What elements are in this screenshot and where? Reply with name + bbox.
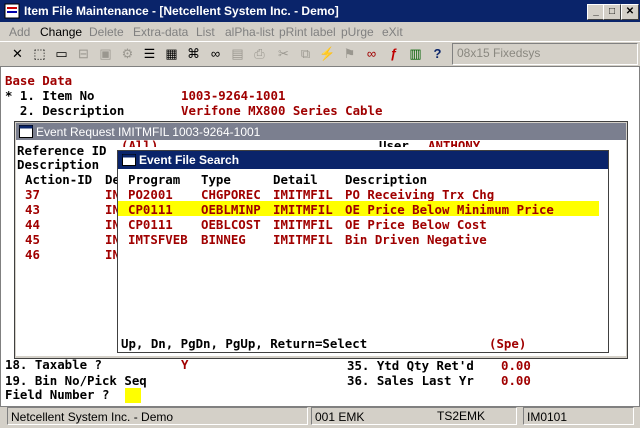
binoculars-icon[interactable]: ∞ xyxy=(206,44,225,63)
ytd-qty-retd-label: 35. Ytd Qty Ret'd xyxy=(347,358,474,373)
app-icon xyxy=(4,3,20,19)
search-result-row[interactable]: IMTSFVEB BINNEG IMITMFIL Bin Driven Nega… xyxy=(118,231,606,247)
settings-icon[interactable]: ⚙ xyxy=(118,44,137,63)
select-icon[interactable]: ⬚ xyxy=(30,44,49,63)
print-icon[interactable]: ⎙ xyxy=(250,44,269,63)
col-program: Program xyxy=(128,172,181,187)
help-icon[interactable]: ? xyxy=(428,44,447,63)
sales-last-yr-value: 0.00 xyxy=(501,373,531,388)
event-file-search-window: Event File Search Program Type Detail De… xyxy=(117,150,609,353)
description-value: Verifone MX800 Series Cable xyxy=(181,103,383,118)
item-no-value: 1003-9264-1001 xyxy=(181,88,286,103)
search-result-row[interactable]: CP0111 OEBLCOST IMITMFIL OE Price Below … xyxy=(118,216,606,232)
search-result-row[interactable]: PO2001 CHGPOREC IMITMFIL PO Receiving Tr… xyxy=(118,186,606,202)
col-action-id: Action-ID xyxy=(25,172,93,187)
status-program: IM0101 xyxy=(523,407,634,425)
menu-delete[interactable]: Delete xyxy=(89,25,124,39)
maximize-button[interactable]: □ xyxy=(603,4,621,20)
action-id-row[interactable]: 43 xyxy=(25,202,40,217)
menu-add[interactable]: Add xyxy=(9,25,30,39)
search-result-row-selected[interactable]: CP0111 OEBLMINP IMITMFIL OE Price Below … xyxy=(118,201,599,217)
action-id-row[interactable]: 44 xyxy=(25,217,40,232)
function-icon[interactable]: ƒ xyxy=(384,44,403,63)
grid-icon[interactable]: ▤ xyxy=(228,44,247,63)
reference-id-value: (All) xyxy=(121,138,159,147)
taxable-label: 18. Taxable ? xyxy=(5,357,102,372)
delete-icon[interactable]: ⊟ xyxy=(74,44,93,63)
field-number-prompt: Field Number ? xyxy=(5,387,110,402)
menu-alpha-list[interactable]: alPha-list xyxy=(225,25,274,39)
user-label: User xyxy=(379,138,409,147)
event-file-search-title-bar[interactable]: Event File Search xyxy=(118,151,608,169)
window-icon xyxy=(19,125,33,138)
menu-list[interactable]: List xyxy=(196,25,215,39)
notes-icon[interactable]: ▥ xyxy=(406,44,425,63)
menu-exit[interactable]: eXit xyxy=(382,25,403,39)
menu-extra-data[interactable]: Extra-data xyxy=(133,25,188,39)
taxable-value: Y xyxy=(181,357,189,372)
description-label: 2. Description xyxy=(5,103,125,118)
link-icon[interactable]: ∞ xyxy=(362,44,381,63)
col-description: Description xyxy=(345,172,428,187)
action-id-row[interactable]: 46 xyxy=(25,247,40,262)
table-icon[interactable]: ▦ xyxy=(162,44,181,63)
user-value: ANTHONY xyxy=(428,138,481,147)
status-company: Netcellent System Inc. - Demo xyxy=(7,407,308,425)
action-id-row[interactable]: 45 xyxy=(25,232,40,247)
col-detail: Detail xyxy=(273,172,318,187)
menu-purge[interactable]: pUrge xyxy=(341,25,374,39)
action-id-row[interactable]: 37 xyxy=(25,187,40,202)
sales-last-yr-label: 36. Sales Last Yr xyxy=(347,373,474,388)
add-record-icon[interactable]: ▭ xyxy=(52,44,71,63)
section-header: Base Data xyxy=(5,73,73,88)
event-description-label: Description xyxy=(17,157,100,172)
menu-change[interactable]: Change xyxy=(40,25,82,39)
window-icon xyxy=(122,154,136,166)
item-no-label: * 1. Item No xyxy=(5,88,95,103)
bookmark-icon[interactable]: ⌘ xyxy=(184,44,203,63)
search-hint: Up, Dn, PgDn, PgUp, Return=Select xyxy=(121,336,368,351)
cancel-icon[interactable]: ✕ xyxy=(8,44,27,63)
extra-data-icon[interactable]: ▣ xyxy=(96,44,115,63)
window-title-bar[interactable]: Item File Maintenance - [Netcellent Syst… xyxy=(0,0,640,22)
event-file-search-title: Event File Search xyxy=(139,153,240,167)
list-icon[interactable]: ☰ xyxy=(140,44,159,63)
status-terminal: TS2EMK xyxy=(437,409,486,423)
field-number-input[interactable] xyxy=(125,388,141,403)
status-bar: Netcellent System Inc. - Demo 001 EMK TS… xyxy=(0,405,640,428)
reference-id-label: Reference ID xyxy=(17,143,107,158)
ytd-qty-retd-value: 0.00 xyxy=(501,358,531,373)
close-button[interactable]: ✕ xyxy=(621,4,639,20)
menu-print-label[interactable]: pRint label xyxy=(279,25,336,39)
font-select[interactable]: 08x15 Fixedsys xyxy=(452,43,638,65)
col-type: Type xyxy=(201,172,231,187)
flag-icon[interactable]: ⚑ xyxy=(340,44,359,63)
menu-bar: Add Change Delete Extra-data List alPha-… xyxy=(0,22,640,41)
event-request-title-bar[interactable]: Event Request IMITMFIL 1003-9264-1001 xyxy=(16,123,626,140)
search-hint-right: (Spe) xyxy=(489,336,527,351)
window-title: Item File Maintenance - [Netcellent Syst… xyxy=(24,4,339,18)
bin-no-label: 19. Bin No/Pick Seq xyxy=(5,373,147,388)
copy-icon[interactable]: ⧉ xyxy=(296,44,315,63)
event-request-title: Event Request IMITMFIL 1003-9264-1001 xyxy=(36,125,261,139)
cut-icon[interactable]: ✂ xyxy=(274,44,293,63)
lightning-icon[interactable]: ⚡ xyxy=(318,44,337,63)
